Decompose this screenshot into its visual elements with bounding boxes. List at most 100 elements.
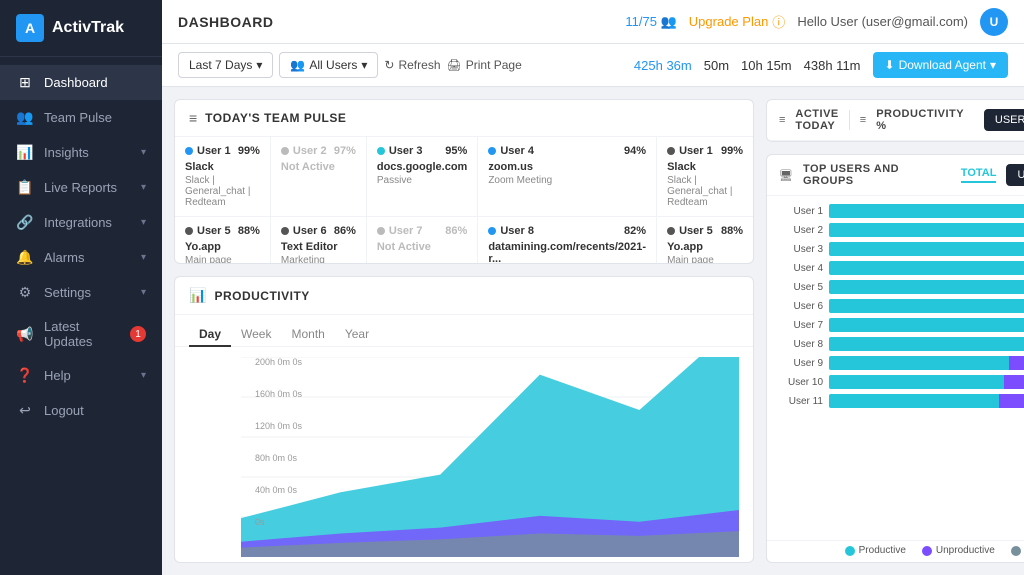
top-users-icon: 🖥 [779,169,793,182]
chevron-icon-settings: ▾ [141,287,146,298]
nav-label-latest-updates: Latest Updates [44,319,120,349]
user-bar-row: User 3 46h 46m [779,242,1024,256]
pulse-cell-1: User 2 97% Not Active [271,137,367,217]
pulse-cell-5: User 5 88% Yo.app Main page [175,217,271,264]
user-bar-track [829,394,1024,408]
top-users-card: 🖥 TOP USERS AND GROUPS TOTAL USERSGROUPS… [766,154,1024,563]
top-users-title: TOP USERS AND GROUPS [803,163,941,187]
toolbar-stats: 425h 36m 50m 10h 15m 438h 11m ⬇ Download… [634,52,1008,78]
user-bar-label: User 3 [779,244,823,255]
pulse-dot-1 [281,147,289,155]
top-users-legend-item: Undefined [1011,545,1024,556]
hello-user-label: Hello User (user@gmail.com) [797,14,968,29]
sidebar-item-dashboard[interactable]: ⊞ Dashboard [0,65,162,100]
pulse-pct-0: 99% [238,145,260,157]
active-icon: ≡ [779,114,785,126]
refresh-button[interactable]: ↻ Refresh [384,58,440,72]
productivity-tab-month[interactable]: Month [281,323,334,347]
top-users-legend-item: Productive [845,545,906,556]
top-users-tab-users[interactable]: USERS [1006,164,1024,186]
productivity-tab-week[interactable]: Week [231,323,281,347]
user-bar-label: User 9 [779,358,823,369]
print-button[interactable]: 🖨 Print Page [447,58,522,72]
sidebar-item-team-pulse[interactable]: 👥 Team Pulse [0,100,162,135]
pulse-grid: User 1 99% Slack Slack | General_chat | … [175,137,753,264]
productivity-pct-title: PRODUCTIVITY % [876,108,964,132]
bar-unproductive [1004,375,1024,389]
top-users-tab-group: USERSGROUPS [1006,164,1024,186]
active-today-tab-group: USERSGROUPS [984,109,1024,131]
sidebar-item-live-reports[interactable]: 📋 Live Reports ▾ [0,170,162,205]
stat-productive: 425h 36m [634,58,692,73]
date-range-dropdown[interactable]: Last 7 Days ▾ [178,52,273,78]
badge-latest-updates: 1 [130,326,146,342]
pulse-detail-4: Slack | General_chat | Redteam [667,175,743,208]
user-bar-row: User 8 38h 33m [779,337,1024,351]
sidebar-item-latest-updates[interactable]: 📢 Latest Updates 1 [0,310,162,358]
pulse-user-name-3: User 4 [488,145,534,157]
pulse-app-0: Slack [185,161,260,173]
nav-icon-dashboard: ⊞ [16,74,34,91]
bar-productive [829,356,1009,370]
user-bar-track [829,204,1024,218]
bar-productive [829,394,999,408]
logo-icon: A [16,14,44,42]
pulse-cell-2: User 3 95% docs.google.com Passive [367,137,478,217]
upgrade-plan-button[interactable]: Upgrade Plan ⓘ [689,12,786,31]
active-today-tab-users[interactable]: USERS [984,109,1024,131]
user-bar-row: User 1 50h 03m [779,204,1024,218]
active-today-card: ≡ ACTIVE TODAY ≡ PRODUCTIVITY % USERSGRO… [766,99,1024,142]
main: DASHBOARD 11/75 👥 Upgrade Plan ⓘ Hello U… [162,0,1024,575]
toolbar: Last 7 Days ▾ 👥 All Users ▾ ↻ Refresh 🖨 … [162,44,1024,87]
bar-productive [829,204,1024,218]
pulse-app-9: Yo.app [667,241,743,253]
pulse-pct-2: 95% [445,145,467,157]
nav-label-dashboard: Dashboard [44,75,146,90]
left-column: ≡ TODAY'S TEAM PULSE User 1 99% Slack Sl… [174,99,754,563]
pulse-dot-9 [667,227,675,235]
productivity-icon: 📊 [189,287,206,304]
nav-label-live-reports: Live Reports [44,180,131,195]
pulse-dot-7 [377,227,385,235]
nav-icon-integrations: 🔗 [16,214,34,231]
users-filter-dropdown[interactable]: 👥 All Users ▾ [279,52,378,78]
page-title: DASHBOARD [178,14,274,30]
sidebar-item-integrations[interactable]: 🔗 Integrations ▾ [0,205,162,240]
bar-productive [829,280,1024,294]
pulse-detail-0: Slack | General_chat | Redteam [185,175,260,208]
sidebar-item-help[interactable]: ❓ Help ▾ [0,358,162,393]
sidebar-item-settings[interactable]: ⚙ Settings ▾ [0,275,162,310]
sidebar-item-logout[interactable]: ↩ Logout [0,393,162,428]
productivity-title: PRODUCTIVITY [214,289,739,303]
pulse-dot-4 [667,147,675,155]
user-bar-track [829,261,1024,275]
pulse-user-row-6: User 6 86% [281,225,356,237]
pulse-app-8: datamining.com/recents/2021-r... [488,241,646,264]
chart-x-labels: 12/12/202012/13/202012/14/202012/15/2020… [241,559,739,563]
pulse-app-3: zoom.us [488,161,646,173]
nav-label-settings: Settings [44,285,131,300]
pulse-dot-5 [185,227,193,235]
pulse-user-name-7: User 7 [377,225,423,237]
sidebar-nav: ⊞ Dashboard 👥 Team Pulse 📊 Insights ▾ 📋 … [0,57,162,575]
user-bar-row: User 2 47h 23m [779,223,1024,237]
download-agent-button[interactable]: ⬇ Download Agent ▾ [873,52,1009,78]
y-label: 40h 0m 0s [255,485,302,495]
productivity-tab-year[interactable]: Year [335,323,379,347]
pulse-pct-8: 82% [624,225,646,237]
nav-icon-team-pulse: 👥 [16,109,34,126]
nav-label-alarms: Alarms [44,250,131,265]
sidebar-item-insights[interactable]: 📊 Insights ▾ [0,135,162,170]
productivity-tab-day[interactable]: Day [189,323,231,347]
pulse-user-name-2: User 3 [377,145,423,157]
team-pulse-header: ≡ TODAY'S TEAM PULSE [175,100,753,137]
sidebar-item-alarms[interactable]: 🔔 Alarms ▾ [0,240,162,275]
pulse-pct-7: 86% [445,225,467,237]
logo: A ActivTrak [0,0,162,57]
bar-productive [829,318,1024,332]
nav-label-integrations: Integrations [44,215,131,230]
stat-undefined: 10h 15m [741,58,792,73]
stat-unproductive: 50m [704,58,729,73]
user-bar-label: User 1 [779,206,823,217]
team-pulse-title: TODAY'S TEAM PULSE [205,111,739,125]
